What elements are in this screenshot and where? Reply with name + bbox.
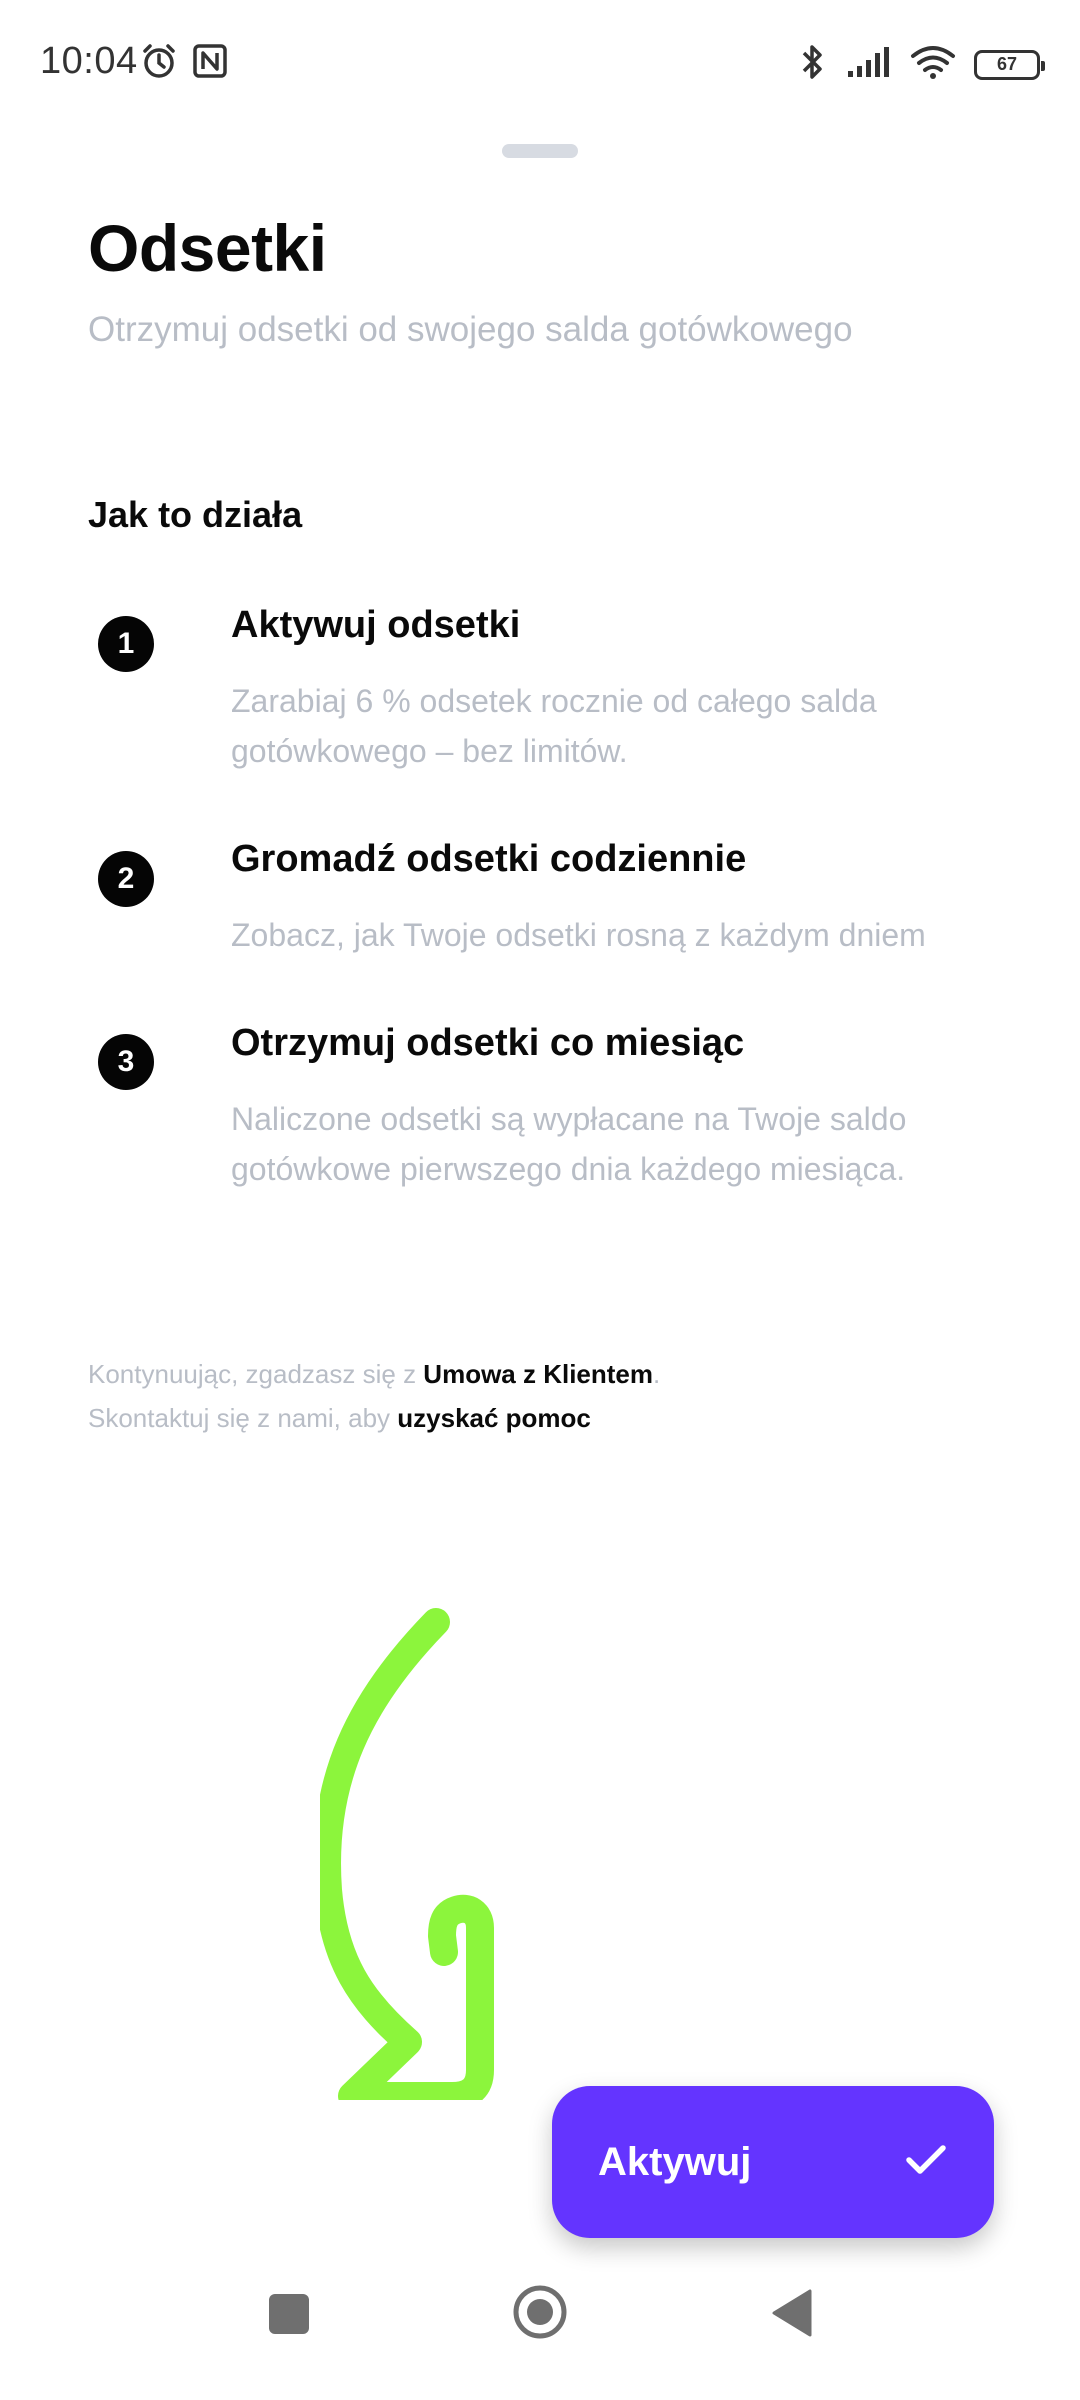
- terms-suffix: .: [653, 1359, 661, 1389]
- step-description: Naliczone odsetki są wypłacane na Twoje …: [231, 1101, 907, 1187]
- customer-agreement-link[interactable]: Umowa z Klientem: [423, 1359, 653, 1389]
- home-icon[interactable]: [512, 2284, 568, 2340]
- battery-level: 67: [996, 54, 1018, 74]
- get-help-link[interactable]: uzyskać pomoc: [397, 1403, 591, 1433]
- battery-icon: 67: [974, 49, 1045, 80]
- status-time: 10:04: [40, 40, 138, 82]
- activate-button[interactable]: Aktywuj: [552, 2086, 994, 2238]
- screen: 10:04 67 Odsetki Otrzymuj odsetki od swo…: [0, 0, 1080, 2400]
- terms-line: Kontynuując, zgadzasz się z Umowa z Klie…: [88, 1352, 988, 1396]
- step-title: Otrzymuj odsetki co miesiąc: [231, 1022, 745, 1064]
- bluetooth-icon: [798, 42, 828, 87]
- step-title: Aktywuj odsetki: [231, 604, 521, 646]
- step-title: Gromadź odsetki codziennie: [231, 838, 747, 880]
- step-number-badge: 2: [98, 851, 154, 907]
- wifi-icon: [910, 44, 956, 85]
- nfc-icon: [192, 43, 228, 84]
- status-right-icons: 67: [798, 42, 1045, 87]
- page-subtitle: Otrzymuj odsetki od swojego salda gotówk…: [88, 310, 853, 349]
- alarm-icon: [140, 42, 178, 85]
- help-line: Skontaktuj się z nami, aby uzyskać pomoc: [88, 1396, 988, 1440]
- page-title: Odsetki: [88, 211, 327, 285]
- activate-button-label: Aktywuj: [598, 2139, 752, 2184]
- back-icon[interactable]: [770, 2288, 814, 2338]
- step-description: Zobacz, jak Twoje odsetki rosną z każdym…: [231, 917, 926, 953]
- step-number-badge: 1: [98, 616, 154, 672]
- step-description: Zarabiaj 6 % odsetek rocznie od całego s…: [231, 683, 877, 769]
- green-arrow-annotation: [320, 1608, 494, 2100]
- check-icon: [904, 2142, 948, 2183]
- help-prefix: Skontaktuj się z nami, aby: [88, 1403, 398, 1433]
- step-number-badge: 3: [98, 1034, 154, 1090]
- sheet-drag-handle[interactable]: [502, 144, 578, 158]
- signal-icon: [846, 45, 892, 84]
- legal-text: Kontynuując, zgadzasz się z Umowa z Klie…: [88, 1352, 988, 1440]
- status-left-icons: [140, 42, 228, 85]
- terms-prefix: Kontynuując, zgadzasz się z: [88, 1359, 424, 1389]
- recent-apps-icon[interactable]: [269, 2294, 309, 2334]
- navigation-bar: [0, 2270, 1080, 2400]
- section-title: Jak to działa: [88, 494, 303, 535]
- status-bar: 10:04 67: [0, 0, 1080, 128]
